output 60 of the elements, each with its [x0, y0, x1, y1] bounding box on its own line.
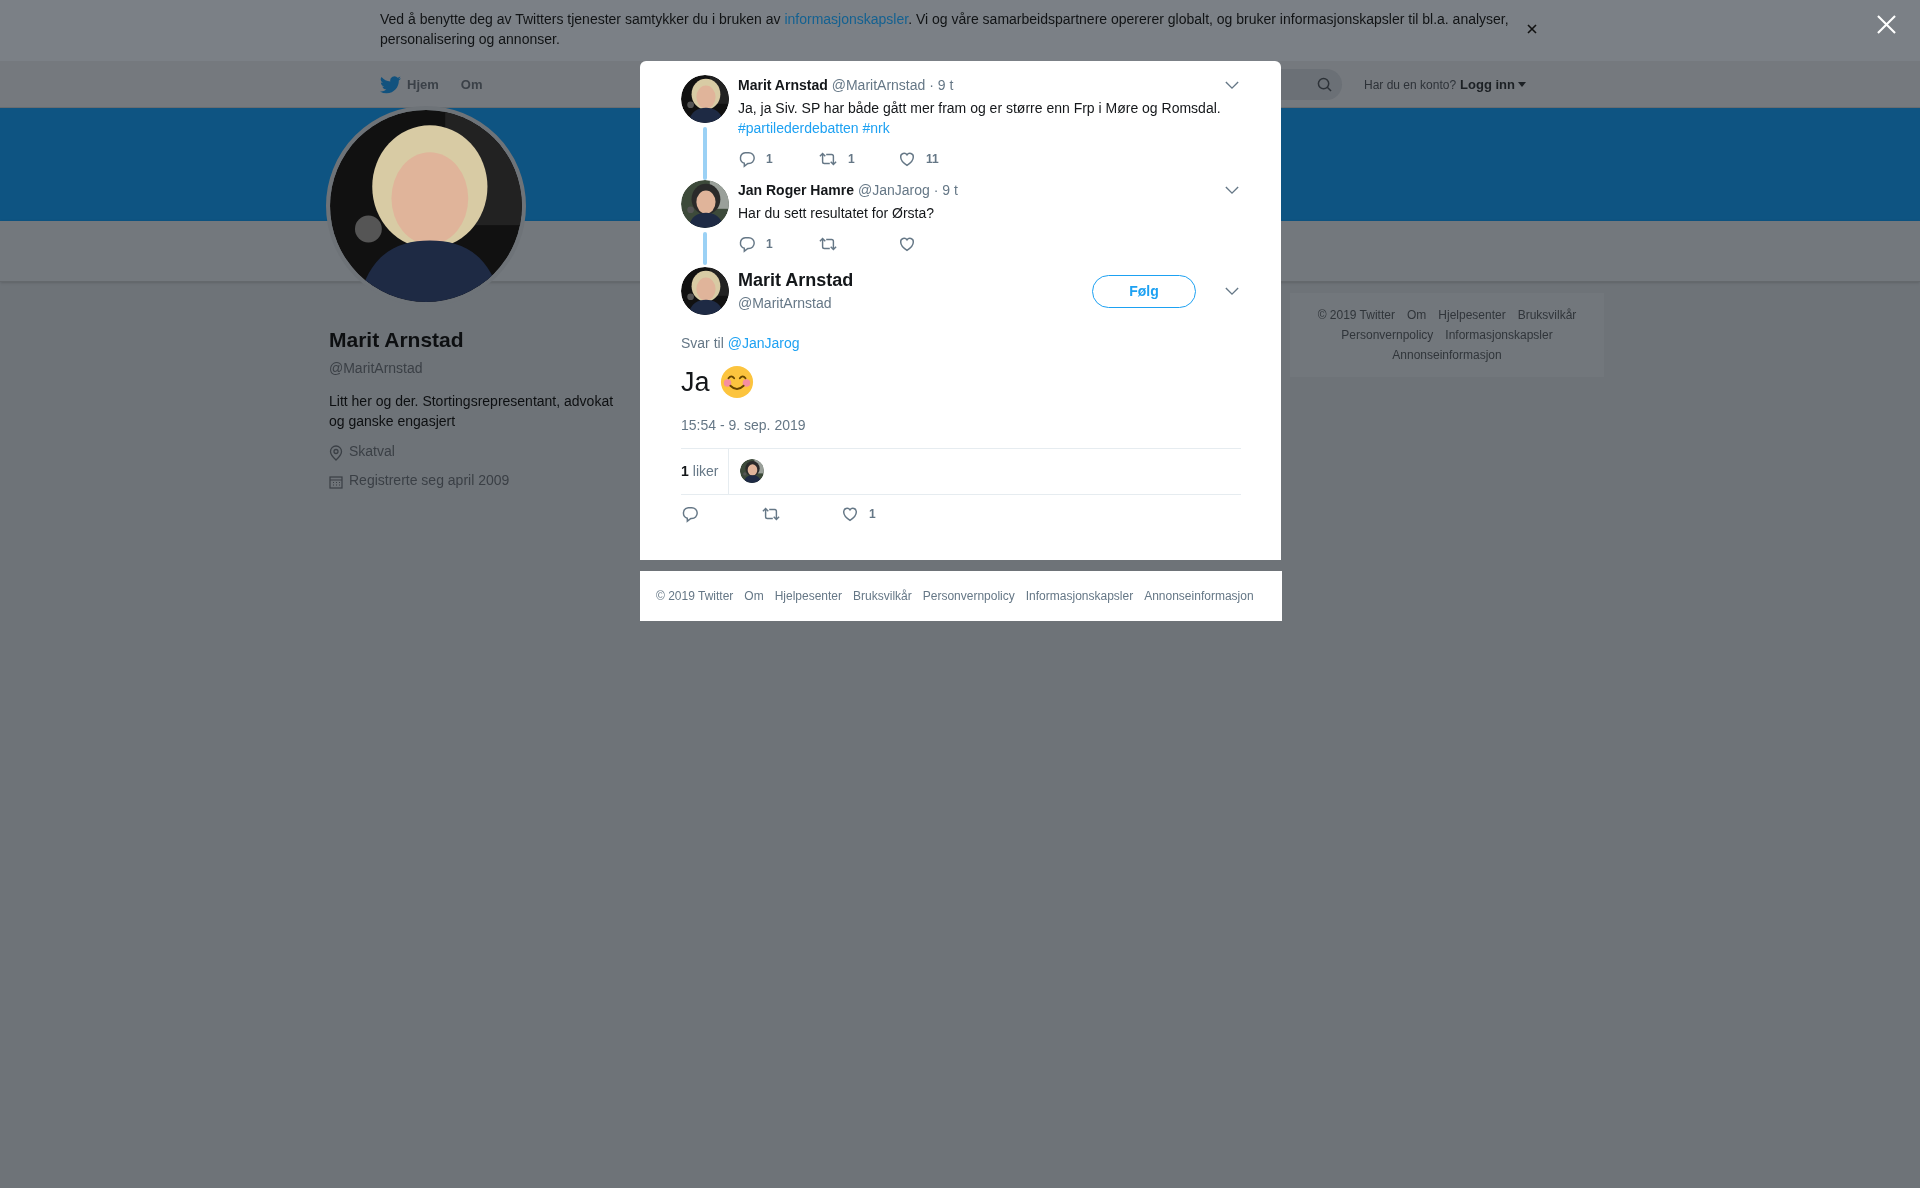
account-prompt: Har du en konto? [1364, 76, 1457, 94]
footer-link[interactable]: Personvernpolicy [1341, 326, 1434, 344]
reply-button[interactable]: 1 [738, 235, 818, 253]
hashtag-link[interactable]: #partilederdebatten [738, 120, 859, 136]
footer-link[interactable]: Bruksvilkår [853, 587, 912, 605]
consent-text: Ved å benytte deg av Twitters tjenester samtykker du i bruken av informasjonskapsler. Vi og våre samarbeidspartnere opererer globalt, og bruker informasjonskapsler til bl.a. analyser, personalisering og annonser. [380, 10, 1510, 49]
footer-link[interactable]: Bruksvilkår [1517, 306, 1577, 324]
footer-link[interactable]: Informasjonskapsler [1445, 326, 1553, 344]
profile-name: Marit Arnstad [329, 327, 465, 353]
reply-icon [738, 235, 756, 253]
footer-link[interactable]: Om [744, 587, 764, 605]
nav-link[interactable]: Hjem [380, 74, 439, 95]
footer-link[interactable]: Om [1406, 306, 1427, 324]
reply-context: Svar til @JanJarog [681, 334, 801, 353]
chevron-icon[interactable] [1225, 186, 1239, 195]
tweet-text: Ja [681, 366, 710, 399]
like-button[interactable]: 11 [898, 150, 978, 168]
mention-link[interactable]: @JanJarog [727, 335, 800, 351]
author-name: Jan Roger Hamre [738, 181, 854, 200]
footer-link[interactable]: © 2019 Twitter [1317, 306, 1395, 324]
retweet-icon [818, 150, 838, 168]
heart-icon [898, 150, 916, 168]
tweet-time: · 9 t [929, 76, 954, 95]
heart-icon [898, 235, 916, 253]
tweet-timestamp: 15:54 - 9. sep. 2019 [681, 415, 807, 435]
likes-count[interactable]: 1 liker [681, 448, 730, 494]
footer-link[interactable]: Annonseinformasjon [1144, 587, 1254, 605]
footer-link[interactable]: Hjelpesenter [1438, 306, 1506, 324]
footer-link[interactable]: Hjelpesenter [774, 587, 843, 605]
profile-bio: Litt her og der. Stortingsrepresentant, advokat og ganske engasjert [329, 391, 615, 431]
reply-button[interactable]: 1 [738, 150, 818, 168]
footer-link[interactable]: Informasjonskapsler [1025, 587, 1134, 605]
author-handle: @JanJarog [857, 181, 930, 200]
chevron-icon[interactable] [1225, 81, 1239, 90]
chevron-icon[interactable] [1225, 286, 1239, 296]
retweet-button[interactable]: 1 [818, 150, 898, 168]
calendar-icon [329, 474, 343, 489]
like-button[interactable]: 1 [841, 504, 921, 523]
reply-icon [738, 150, 756, 168]
tweet-text: Ja, ja Siv. SP har både gått mer fram og er større enn Frp i Møre og Romsdal. #partilederdebatten #nrk [738, 99, 1222, 138]
bird-icon [380, 75, 401, 94]
author-handle: @MaritArnstad [738, 293, 833, 313]
login-link[interactable]: Logg inn [1460, 74, 1526, 95]
retweet-icon [818, 235, 838, 253]
author-handle: @MaritArnstad [831, 76, 926, 95]
caret-icon [1517, 82, 1526, 87]
location-icon [329, 444, 343, 461]
nav-link[interactable]: Om [460, 74, 483, 95]
reply-icon [681, 504, 699, 523]
author-name: Marit Arnstad [738, 76, 828, 95]
tweet-time: · 9 t [933, 181, 958, 200]
smiling-face-icon [719, 365, 754, 400]
footer-link[interactable]: © 2019 Twitter [656, 587, 734, 605]
close-icon[interactable] [1527, 24, 1537, 34]
tweet-text: Har du sett resultatet for Ørsta? [738, 204, 936, 223]
footer-link[interactable]: Personvernpolicy [922, 587, 1015, 605]
search-icon [1317, 77, 1332, 92]
author-name: Marit Arnstad [738, 268, 855, 291]
footer-link[interactable]: Annonseinformasjon [1392, 346, 1502, 364]
hashtag-link[interactable]: #nrk [862, 120, 890, 136]
